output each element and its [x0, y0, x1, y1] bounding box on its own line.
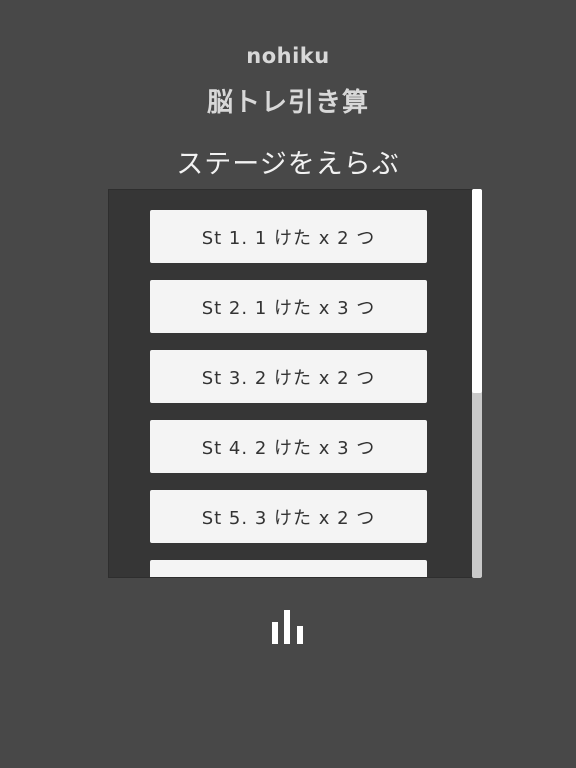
stage-button-label: St 2. 1 けた x 3 つ — [201, 297, 376, 319]
stage-button-label: St 5. 3 けた x 2 つ — [201, 507, 376, 529]
stage-list-scroll-view[interactable]: St 1. 1 けた x 2 つ St 2. 1 けた x 3 つ St 3. … — [108, 189, 482, 578]
stage-list: St 1. 1 けた x 2 つ St 2. 1 けた x 3 つ St 3. … — [150, 210, 427, 577]
brand-name: nohiku — [246, 44, 330, 68]
stage-4-button[interactable]: St 4. 2 けた x 3 つ — [150, 420, 427, 473]
scrollbar-thumb[interactable] — [472, 189, 482, 393]
stage-2-button[interactable]: St 2. 1 けた x 3 つ — [150, 280, 427, 333]
stage-select-heading: ステージをえらぶ — [176, 149, 400, 180]
stage-button-label: St 3. 2 けた x 2 つ — [201, 367, 376, 389]
stage-1-button[interactable]: St 1. 1 けた x 2 つ — [150, 210, 427, 263]
stage-3-button[interactable]: St 3. 2 けた x 2 つ — [150, 350, 427, 403]
app-title: 脳トレ引き算 — [206, 88, 369, 118]
stage-button-label: St 1. 1 けた x 2 つ — [201, 227, 376, 249]
stage-6-button[interactable] — [150, 560, 427, 577]
stage-list-scrollbar[interactable] — [472, 189, 482, 578]
stage-button-label: St 4. 2 けた x 3 つ — [201, 437, 376, 459]
stage-5-button[interactable]: St 5. 3 けた x 2 つ — [150, 490, 427, 543]
stage-select-screen: nohiku 脳トレ引き算 ステージをえらぶ St 1. 1 けた x 2 つ … — [0, 0, 576, 768]
bar-chart-icon[interactable] — [270, 610, 306, 646]
